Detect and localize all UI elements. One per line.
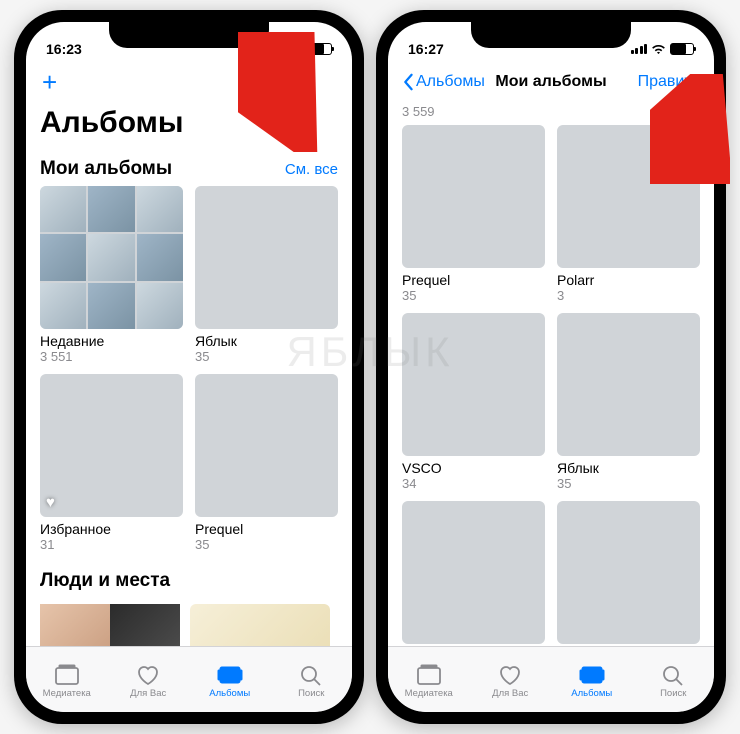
tab-label: Для Вас xyxy=(130,688,166,699)
wifi-icon xyxy=(651,44,666,55)
section-header-my-albums: Мои альбомы xyxy=(40,158,172,180)
status-time: 16:27 xyxy=(408,41,444,57)
album-count: 35 xyxy=(195,537,338,552)
album-count: 3 551 xyxy=(40,349,183,364)
tab-for-you[interactable]: Для Вас xyxy=(108,647,190,712)
album-item[interactable]: Prequel 35 xyxy=(402,125,545,303)
album-item[interactable]: Prequel 35 xyxy=(195,374,338,552)
tab-label: Медиатека xyxy=(405,688,453,699)
album-label: Недавние xyxy=(40,333,183,349)
album-item[interactable]: VSCO 34 xyxy=(402,313,545,491)
album-label: Prequel xyxy=(195,521,338,537)
album-label: Избранное xyxy=(40,521,183,537)
album-count: 35 xyxy=(195,349,338,364)
tab-search[interactable]: Поиск xyxy=(271,647,353,712)
album-label: Prequel xyxy=(402,272,545,288)
tab-for-you[interactable]: Для Вас xyxy=(470,647,552,712)
iphone-notch xyxy=(471,22,631,48)
callout-arrow-see-all xyxy=(238,32,318,152)
album-count: 31 xyxy=(40,537,183,552)
tab-search[interactable]: Поиск xyxy=(633,647,715,712)
nav-title: Мои альбомы xyxy=(495,73,606,91)
album-item[interactable]: ♥ Избранное 31 xyxy=(40,374,183,552)
tab-label: Поиск xyxy=(298,688,324,699)
callout-arrow-edit xyxy=(650,74,730,184)
album-label: Яблык xyxy=(195,333,338,349)
album-item[interactable]: Недавние 3 551 xyxy=(40,186,183,364)
album-label: Polarr xyxy=(557,272,700,288)
album-item[interactable]: Snapseed 1 xyxy=(557,501,700,646)
album-label: VSCO xyxy=(402,460,545,476)
see-all-link[interactable]: См. все xyxy=(285,161,338,178)
back-label: Альбомы xyxy=(416,73,485,91)
status-time: 16:23 xyxy=(46,41,82,57)
tab-albums[interactable]: Альбомы xyxy=(551,647,633,712)
album-item[interactable]: Яблык 35 xyxy=(557,313,700,491)
battery-icon xyxy=(670,43,694,55)
tab-bar: Медиатека Для Вас Альбомы Поиск xyxy=(388,646,714,712)
tab-label: Альбомы xyxy=(571,688,612,699)
add-album-button[interactable]: + xyxy=(40,69,59,95)
signal-icon xyxy=(631,44,648,54)
album-label: Яблык xyxy=(557,460,700,476)
tab-label: Медиатека xyxy=(43,688,91,699)
album-item[interactable]: Яблык 35 xyxy=(195,186,338,364)
back-button[interactable]: Альбомы xyxy=(402,73,485,91)
heart-icon: ♥ xyxy=(46,494,55,511)
album-item[interactable]: Instagram 9 xyxy=(402,501,545,646)
tab-label: Поиск xyxy=(660,688,686,699)
places-thumb[interactable] xyxy=(190,604,330,646)
tab-label: Альбомы xyxy=(209,688,250,699)
section-header-people-places: Люди и места xyxy=(40,570,170,592)
tab-label: Для Вас xyxy=(492,688,528,699)
tab-bar: Медиатека Для Вас Альбомы Поиск xyxy=(26,646,352,712)
album-count: 35 xyxy=(557,476,700,491)
people-thumb[interactable] xyxy=(40,604,180,646)
tab-albums[interactable]: Альбомы xyxy=(189,647,271,712)
tab-library[interactable]: Медиатека xyxy=(26,647,108,712)
album-count: 34 xyxy=(402,476,545,491)
album-count: 35 xyxy=(402,288,545,303)
album-count: 3 xyxy=(557,288,700,303)
tab-library[interactable]: Медиатека xyxy=(388,647,470,712)
